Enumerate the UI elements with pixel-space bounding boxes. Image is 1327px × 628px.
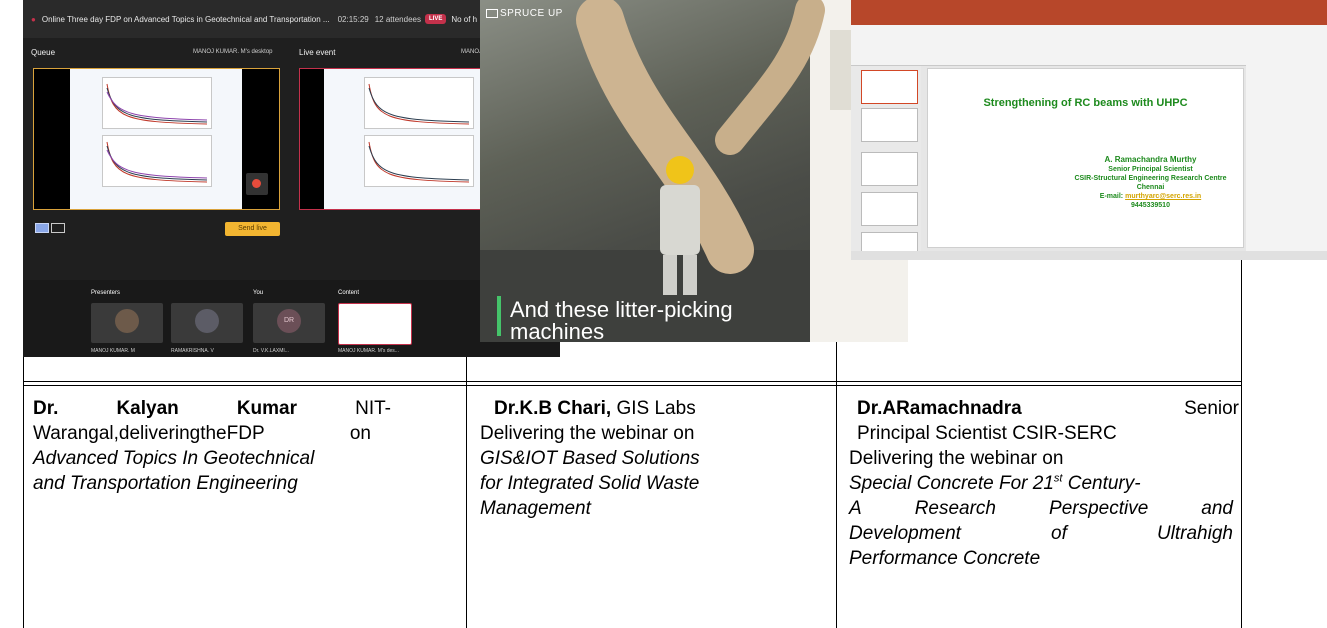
slide-designation: Senior Principal Scientist	[1108, 166, 1193, 173]
caption-line: Dr.K.B Chari, GIS Labs	[494, 398, 696, 419]
curve-graphic	[106, 141, 208, 183]
video-scene	[480, 0, 908, 342]
ppt-ribbon-tabs	[851, 16, 1327, 25]
email-link[interactable]: murthyarc@serc.res.in	[1125, 193, 1201, 200]
caption-line: Delivering the webinar on	[849, 448, 1064, 469]
caption-line: Warangal,deliveringtheFDP on	[33, 423, 371, 444]
ppt-side-pane	[1246, 25, 1327, 251]
slide-thumbnail[interactable]	[861, 152, 918, 186]
ppt-current-slide: Strengthening of RC beams with UHPC A. R…	[927, 68, 1244, 248]
meeting-title: Online Three day FDP on Advanced Topics …	[41, 14, 330, 24]
slide-thumbnail[interactable]	[861, 108, 918, 142]
layout-split-icon[interactable]	[51, 223, 65, 233]
elapsed-time: 02:15:29	[337, 14, 369, 24]
layout-single-icon[interactable]	[35, 223, 49, 233]
you-label: You	[253, 290, 264, 296]
queue-source: MANOJ KUMAR. M's desktop	[193, 49, 273, 55]
live-event-label: Live event	[299, 48, 336, 57]
participant-name: RAMAKRISHNA. V	[171, 348, 214, 354]
queue-label: Queue	[31, 48, 56, 57]
participant-name: Dr. V.K.LAXMI...	[253, 348, 289, 354]
slide-thumbnail[interactable]	[861, 192, 918, 226]
avatar	[115, 309, 139, 333]
avatar: DR	[277, 309, 301, 333]
live-badge: LIVE	[424, 14, 447, 24]
curve-graphic	[106, 83, 208, 125]
powerpoint-screenshot: Strengthening of RC beams with UHPC A. R…	[851, 0, 1327, 260]
queue-preview[interactable]	[33, 68, 280, 210]
topbar-tail: No of h	[451, 14, 478, 24]
slide-email: E-mail: murthyarc@serc.res.in	[1099, 193, 1202, 200]
caption-line: Dr.ARamachnadra Senior	[857, 398, 1239, 419]
chart-thumbnail	[364, 77, 474, 129]
caption-topic: Advanced Topics In Geotechnical	[33, 448, 315, 469]
caption-cell-3: Dr.ARamachnadra Senior Principal Scientis…	[849, 396, 1239, 571]
ppt-status-bar	[851, 251, 1327, 260]
caption-line: Delivering the webinar on	[480, 423, 695, 444]
caption-topic: Special Concrete For 21st Century-	[849, 472, 1141, 494]
avatar	[195, 309, 219, 333]
you-tile[interactable]: DR	[253, 303, 325, 343]
caption-topic: Development of Ultrahigh	[849, 523, 1233, 544]
content-label: Content	[338, 290, 360, 296]
caption-topic: GIS&IOT Based Solutions	[480, 448, 700, 469]
worker-body-shape	[660, 185, 700, 255]
worker-leg-shape-2	[683, 255, 697, 295]
slide-city: Chennai	[1136, 184, 1165, 191]
chart-thumbnail	[102, 77, 212, 129]
content-tile[interactable]	[338, 303, 412, 345]
video-screenshot: SPRUCE UP And these litter-picking machi…	[480, 0, 908, 342]
webcam-overlay	[246, 173, 268, 195]
attendee-count: 12 attendees	[374, 14, 421, 24]
caption-topic: Performance Concrete	[849, 548, 1041, 569]
slide-thumbnail[interactable]	[861, 70, 918, 104]
table-row-divider-2	[23, 385, 1242, 386]
caption-cell-2: Dr.K.B Chari, GIS Labs Delivering the we…	[480, 396, 830, 521]
chart-thumbnail-2	[102, 135, 212, 187]
helmet-shape	[666, 156, 694, 184]
caption-accent-bar	[497, 296, 501, 336]
presenters-label: Presenters	[91, 290, 121, 296]
slide-phone: 9445339510	[1131, 202, 1170, 209]
caption-topic: and Transportation Engineering	[33, 473, 298, 494]
curve-graphic	[368, 83, 470, 125]
presenter-tile-2[interactable]	[171, 303, 243, 343]
participant-name: MANOJ KUMAR. M's des...	[338, 348, 399, 354]
queue-slide	[70, 69, 242, 209]
ppt-title-bar	[851, 0, 1327, 16]
record-icon	[252, 179, 261, 188]
slide-presenter: A. Ramachandra Murthy	[1104, 155, 1197, 164]
record-icon: ●	[31, 14, 36, 24]
caption-cell-1: Dr. Kalyan Kumar NIT- Warangal,deliveringth…	[33, 396, 391, 496]
hose-shape-2	[715, 0, 825, 155]
caption-topic: for Integrated Solid Waste	[480, 473, 700, 494]
worker-leg-shape	[663, 255, 677, 295]
table-row-divider	[23, 381, 1242, 382]
caption-topic: Management	[480, 498, 591, 519]
ppt-slide-thumbnails	[851, 66, 921, 254]
caption-line: Principal Scientist CSIR-SERC	[857, 423, 1117, 444]
chart-thumbnail-2	[364, 135, 474, 187]
caption-topic: A Research Perspective and	[849, 498, 1233, 519]
participant-name: MANOJ KUMAR. M	[91, 348, 135, 354]
video-caption-line2: machines	[510, 319, 605, 342]
caption-line: Dr. Kalyan Kumar NIT-	[33, 398, 391, 419]
curve-graphic	[368, 141, 470, 183]
slide-organization: CSIR-Structural Engineering Research Cen…	[1074, 175, 1227, 182]
slide-title: Strengthening of RC beams with UHPC	[983, 97, 1188, 109]
presenter-tile-1[interactable]	[91, 303, 163, 343]
send-live-button[interactable]: Send live	[225, 222, 280, 236]
